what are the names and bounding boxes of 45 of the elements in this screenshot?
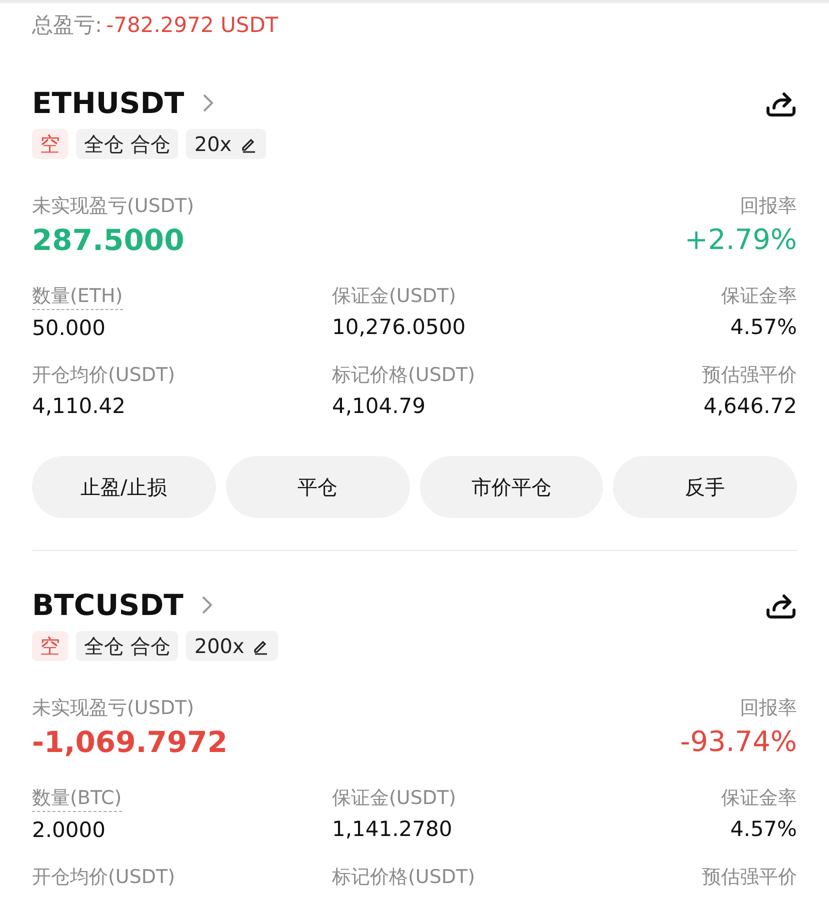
stat-label: 预估强平价 (702, 865, 797, 890)
margin-mode-tag: 全仓 合仓 (76, 129, 178, 159)
stat-value: 4,646.72 (703, 394, 797, 418)
stat-value: 4.57% (730, 315, 797, 339)
stat-label: 保证金(USDT) (332, 284, 456, 309)
roe-value: +2.79% (684, 223, 797, 257)
symbol-title[interactable]: ETHUSDT (32, 86, 184, 120)
action-button[interactable]: 反手 (613, 456, 797, 518)
stat-label: 保证金率 (721, 284, 797, 309)
roe-label: 回报率 (740, 696, 797, 721)
stat-label: 预估强平价 (702, 363, 797, 388)
pnl-value: -1,069.7972 (32, 725, 228, 759)
chevron-right-icon[interactable] (202, 93, 214, 113)
stat-value: 10,276.0500 (332, 315, 466, 339)
roe-label: 回报率 (740, 194, 797, 219)
stat-label: 标记价格(USDT) (332, 363, 476, 388)
leverage-tag[interactable]: 200x (186, 631, 278, 661)
pnl-label: 未实现盈亏(USDT) (32, 696, 194, 721)
roe-value: -93.74% (680, 725, 797, 759)
stat-label: 数量(ETH) (32, 283, 123, 310)
stat-label: 保证金(USDT) (332, 786, 456, 811)
stat-label: 标记价格(USDT) (332, 865, 476, 890)
action-button[interactable]: 止盈/止损 (32, 456, 216, 518)
pnl-value: 287.5000 (32, 223, 184, 257)
chevron-right-icon[interactable] (201, 595, 214, 615)
pnl-label: 未实现盈亏(USDT) (32, 194, 194, 219)
action-button[interactable]: 市价平仓 (420, 456, 604, 518)
side-tag: 空 (32, 631, 68, 661)
action-button[interactable]: 平仓 (226, 456, 410, 518)
stat-value: 4,110.42 (32, 394, 126, 418)
stat-value: 4.57% (730, 817, 797, 841)
side-tag: 空 (32, 129, 68, 159)
total-pnl-label: 总盈亏: (32, 12, 102, 39)
stat-label: 开仓均价(USDT) (32, 363, 176, 388)
stat-label: 开仓均价(USDT) (32, 865, 176, 890)
total-pnl-value: -782.2972 USDT (106, 13, 278, 37)
stat-value: 50.000 (32, 316, 106, 340)
stat-label: 数量(BTC) (32, 785, 122, 812)
margin-mode-tag: 全仓 合仓 (76, 631, 178, 661)
symbol-title[interactable]: BTCUSDT (32, 588, 184, 622)
leverage-tag[interactable]: 20x (186, 129, 266, 159)
stat-value: 2.0000 (32, 818, 106, 842)
stat-value: 4,104.79 (332, 394, 426, 418)
stat-label: 保证金率 (721, 786, 797, 811)
stat-value: 1,141.2780 (332, 817, 452, 841)
